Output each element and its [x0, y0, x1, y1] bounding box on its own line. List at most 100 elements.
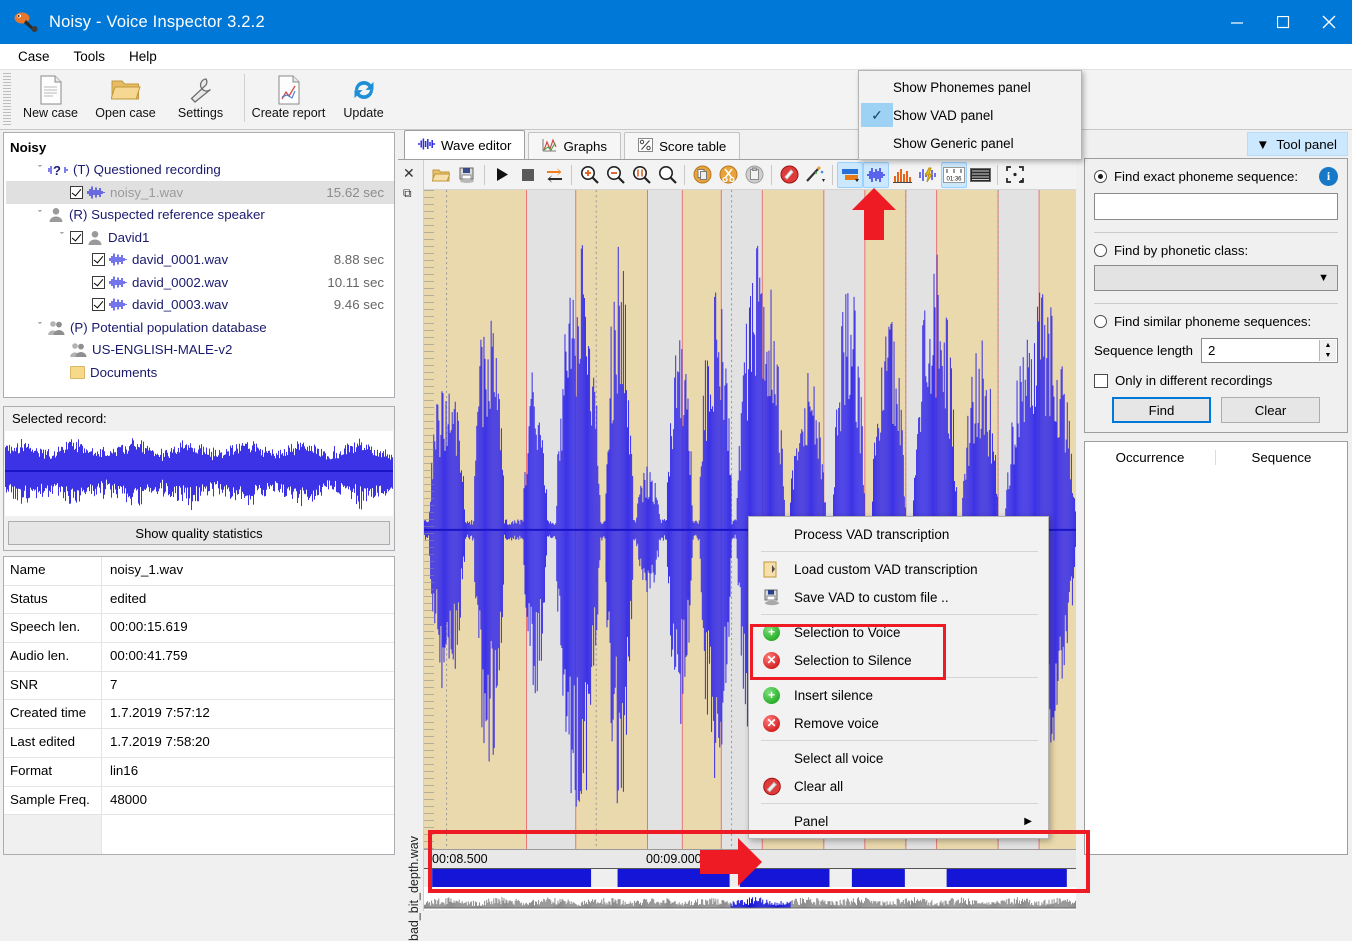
update-button[interactable]: Update [326, 70, 401, 126]
vad-panel-icon[interactable] [837, 161, 863, 188]
phonetic-class-select[interactable]: ▼ [1094, 265, 1338, 291]
tree-node-checkbox[interactable] [92, 298, 105, 312]
paste-icon[interactable] [741, 162, 767, 188]
stop-icon[interactable] [515, 162, 541, 188]
overview-mini-waveform[interactable] [424, 887, 1076, 911]
close-icon[interactable]: ✕ [403, 165, 415, 182]
waveform-icon[interactable] [863, 161, 889, 188]
panel-dropdown-menu[interactable]: Show Phonemes panel ✓ Show VAD panel Show G… [858, 70, 1082, 160]
context-menu-item[interactable]: ✕ Selection to Silence [749, 646, 1048, 674]
restore-icon[interactable]: ⧉ [403, 186, 412, 201]
property-row[interactable]: Sample Freq. 48000 [4, 786, 394, 816]
panel-menu-item[interactable]: Show Phonemes panel [859, 73, 1081, 101]
spectrum-icon[interactable] [889, 162, 915, 188]
results-table[interactable]: Occurrence Sequence [1084, 441, 1348, 855]
toolbar-grip[interactable] [3, 73, 11, 125]
panel-menu-item[interactable]: Show Generic panel [859, 129, 1081, 157]
open-case-button[interactable]: Open case [88, 70, 163, 126]
tree-node[interactable]: ˇ? (T) Questioned recording [6, 159, 394, 182]
tree-node-checkbox[interactable] [92, 253, 105, 267]
find-button[interactable]: Find [1112, 397, 1211, 423]
tree-expander[interactable]: ˇ [32, 321, 48, 333]
property-row[interactable]: Last edited 1.7.2019 7:58:20 [4, 729, 394, 758]
stepper-down-icon[interactable]: ▼ [1325, 352, 1332, 359]
find-phonetic-radio[interactable] [1094, 244, 1107, 257]
tree-node[interactable]: ˇ (R) Suspected reference speaker [6, 204, 394, 227]
show-quality-statistics-button[interactable]: Show quality statistics [8, 521, 390, 545]
only-different-recordings-row[interactable]: Only in different recordings [1094, 373, 1338, 388]
context-menu-item[interactable]: Panel ▶ [749, 807, 1048, 835]
energy-icon[interactable] [915, 162, 941, 188]
tree-node[interactable]: ˇ David1 [6, 226, 394, 249]
tree-expander[interactable]: ˇ [54, 231, 70, 243]
context-menu-item[interactable]: Save VAD to custom file .. [749, 583, 1048, 611]
play-icon[interactable] [489, 162, 515, 188]
find-exact-row[interactable]: Find exact phoneme sequence: i [1094, 167, 1338, 186]
tree-node[interactable]: US-ENGLISH-MALE-v2 [6, 339, 394, 362]
tool-panel-toggle[interactable]: ▼ Tool panel [1247, 132, 1348, 156]
open-folder-icon[interactable] [428, 162, 454, 188]
tree-node-checkbox[interactable] [70, 185, 83, 199]
property-row[interactable]: Name noisy_1.wav [4, 557, 394, 586]
fullscreen-icon[interactable] [1002, 162, 1028, 188]
spectrogram-icon[interactable] [967, 162, 993, 188]
create-report-button[interactable]: Create report [251, 70, 326, 126]
maximize-button[interactable] [1260, 0, 1306, 44]
context-menu-item[interactable]: Process VAD transcription [749, 520, 1048, 548]
property-row[interactable]: Audio len. 00:00:41.759 [4, 643, 394, 672]
property-row[interactable]: Created time 1.7.2019 7:57:12 [4, 700, 394, 730]
context-menu-item[interactable]: Clear all [749, 772, 1048, 800]
tab-score-table[interactable]: Score table [624, 132, 741, 159]
tab-wave-editor[interactable]: Wave editor [404, 130, 526, 159]
results-column-occurrence[interactable]: Occurrence [1085, 449, 1216, 465]
property-row[interactable]: Status edited [4, 585, 394, 615]
zoom-out-icon[interactable] [602, 162, 628, 188]
find-similar-row[interactable]: Find similar phoneme sequences: [1094, 314, 1338, 329]
case-tree[interactable]: Noisy ˇ? (T) Questioned recording noisy_1.… [3, 132, 395, 398]
new-case-button[interactable]: New case [13, 70, 88, 126]
tab-graphs[interactable]: Graphs [528, 132, 622, 159]
only-different-recordings-checkbox[interactable] [1094, 373, 1108, 388]
magic-wand-icon[interactable] [802, 162, 828, 188]
tree-node-checkbox[interactable] [70, 230, 83, 244]
find-phonetic-row[interactable]: Find by phonetic class: [1094, 243, 1338, 258]
context-menu-item[interactable]: + Selection to Voice [749, 618, 1048, 646]
menu-help[interactable]: Help [117, 47, 169, 66]
context-menu-item[interactable]: ✕ Remove voice [749, 709, 1048, 737]
context-menu-item[interactable]: Select all voice [749, 744, 1048, 772]
tree-node[interactable]: david_0002.wav 10.11 sec [6, 271, 394, 294]
tree-expander[interactable]: ˇ [32, 209, 48, 221]
save-icon[interactable] [454, 162, 480, 188]
menu-case[interactable]: Case [6, 47, 62, 66]
zoom-in-icon[interactable] [576, 162, 602, 188]
context-menu-item[interactable]: Load custom VAD transcription [749, 555, 1048, 583]
delete-icon[interactable] [776, 162, 802, 188]
cut-icon[interactable] [715, 162, 741, 188]
minimize-button[interactable] [1214, 0, 1260, 44]
panel-menu-item[interactable]: ✓ Show VAD panel [859, 101, 1081, 129]
copy-icon[interactable] [689, 162, 715, 188]
stepper-arrows[interactable]: ▲ ▼ [1319, 340, 1336, 361]
tree-node[interactable]: david_0003.wav 9.46 sec [6, 294, 394, 317]
tree-node[interactable]: Documents [6, 361, 394, 384]
tree-expander[interactable]: ˇ [32, 164, 48, 176]
zoom-fit-icon[interactable] [654, 162, 680, 188]
tree-node-checkbox[interactable] [92, 275, 105, 289]
loop-icon[interactable] [541, 162, 567, 188]
tree-node[interactable]: noisy_1.wav 15.62 sec [6, 181, 394, 204]
clear-button[interactable]: Clear [1221, 397, 1320, 423]
find-exact-input[interactable] [1094, 193, 1338, 220]
find-similar-radio[interactable] [1094, 315, 1107, 328]
info-icon[interactable]: i [1319, 167, 1338, 186]
property-row[interactable]: Format lin16 [4, 757, 394, 787]
property-row[interactable]: SNR 7 [4, 671, 394, 701]
tree-node[interactable]: ˇ (P) Potential population database [6, 316, 394, 339]
stepper-up-icon[interactable]: ▲ [1325, 342, 1332, 349]
results-column-sequence[interactable]: Sequence [1216, 450, 1347, 465]
tree-root[interactable]: Noisy [6, 136, 394, 159]
context-menu-item[interactable]: + Insert silence [749, 681, 1048, 709]
tree-node[interactable]: david_0001.wav 8.88 sec [6, 249, 394, 272]
find-exact-radio[interactable] [1094, 170, 1107, 183]
property-row[interactable]: Speech len. 00:00:15.619 [4, 614, 394, 644]
zoom-selection-icon[interactable] [628, 162, 654, 188]
